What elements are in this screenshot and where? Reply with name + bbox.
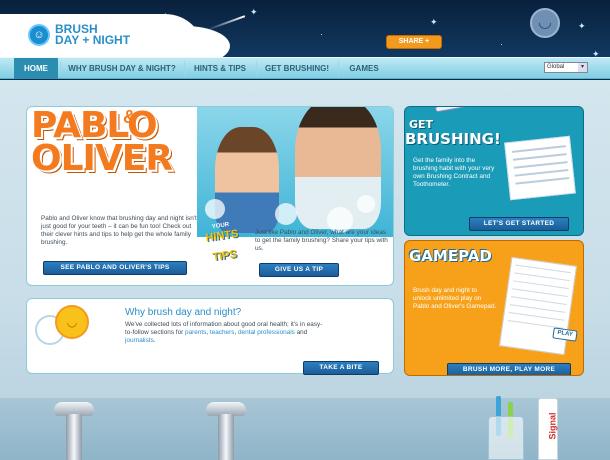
sun-face-icon: ◡ xyxy=(55,305,89,339)
star-icon: · xyxy=(500,39,503,49)
share-button[interactable]: SHARE + xyxy=(386,35,442,49)
nav-item-games[interactable]: GAMES xyxy=(342,58,386,79)
shooting-star-icon xyxy=(206,15,246,31)
take-a-bite-button[interactable]: TAKE A BITE xyxy=(303,361,379,375)
faucet-icon xyxy=(50,402,98,460)
get-brushing-description: Get the family into the brushing habit w… xyxy=(413,157,495,188)
nav-divider xyxy=(256,61,257,76)
logo-line2: DAY + NIGHT xyxy=(55,33,131,47)
bubble-icon xyxy=(357,195,375,213)
lets-get-started-button[interactable]: LET'S GET STARTED xyxy=(469,217,569,231)
nav-divider xyxy=(184,61,185,76)
sun-cloud-icon: ◡ xyxy=(35,305,91,355)
site-logo[interactable]: ☺ BRUSH DAY + NIGHT xyxy=(28,23,131,47)
see-tips-button[interactable]: SEE PABLO AND OLIVER'S TIPS xyxy=(43,261,187,275)
notepad-image xyxy=(499,256,577,356)
toothpaste-brand-label: Signal xyxy=(547,412,558,440)
link-journalists[interactable]: journalists xyxy=(125,337,154,344)
bubble-icon xyxy=(275,203,297,225)
bubble-icon xyxy=(205,199,225,219)
nav-item-get-brushing[interactable]: GET BRUSHING! xyxy=(260,58,334,79)
pablo-oliver-description: Pablo and Oliver know that brushing day … xyxy=(41,215,197,246)
pablo-oliver-card: PABLO OLIVER & Pablo and Oliver know tha… xyxy=(26,106,394,286)
brushing-contract-image xyxy=(504,135,576,201)
why-sep: and xyxy=(294,329,308,336)
why-brush-description: We've collected lots of information abou… xyxy=(125,321,325,345)
nav-item-why-brush[interactable]: WHY BRUSH DAY & NIGHT? xyxy=(64,58,180,79)
gamepad-card: GAMEPAD PLAY Brush day and night to unlo… xyxy=(404,240,584,376)
logo-text: BRUSH DAY + NIGHT xyxy=(55,23,131,47)
region-select[interactable]: Global ▾ xyxy=(544,62,588,73)
give-tip-button[interactable]: GIVE US A TIP xyxy=(259,263,339,277)
nav-item-home[interactable]: HOME xyxy=(14,58,58,79)
link-parents[interactable]: parents xyxy=(185,329,206,336)
title-line2: OLIVER xyxy=(31,138,173,179)
smiley-sun-icon: ☺ xyxy=(28,24,50,46)
why-end: . xyxy=(153,337,156,344)
star-icon: ✦ xyxy=(430,17,438,27)
nav-divider xyxy=(60,61,61,76)
main-nav: HOME WHY BRUSH DAY & NIGHT? HINTS & TIPS… xyxy=(0,57,610,79)
link-dental-professionals[interactable]: dental professionals xyxy=(238,329,295,336)
get-brushing-card: GET BRUSHING! Get the family into the br… xyxy=(404,106,584,236)
pablo-oliver-title: PABLO OLIVER xyxy=(31,108,173,179)
star-icon: ✦ xyxy=(250,7,258,17)
moon-face-icon: ◡ xyxy=(530,8,560,38)
chevron-down-icon: ▾ xyxy=(578,63,587,72)
toothpaste-tube-icon: Signal xyxy=(538,398,558,460)
nav-divider xyxy=(338,61,339,76)
why-brush-title: Why brush day and night? xyxy=(125,307,242,318)
toothbrush-icon xyxy=(434,107,476,113)
link-teachers[interactable]: teachers xyxy=(210,329,235,336)
title-ampersand: & xyxy=(123,107,136,127)
gamepad-title: GAMEPAD xyxy=(409,247,492,265)
toothbrush-cup-icon xyxy=(488,416,524,460)
get-title-big: BRUSHING! xyxy=(405,130,501,148)
region-select-value: Global xyxy=(547,64,565,70)
why-brush-card: ◡ Why brush day and night? We've collect… xyxy=(26,298,394,375)
nav-item-hints-tips[interactable]: HINTS & TIPS xyxy=(188,58,252,79)
brush-more-play-more-button[interactable]: BRUSH MORE, PLAY MORE xyxy=(447,363,571,375)
get-brushing-title: GET BRUSHING! xyxy=(405,117,501,147)
faucet-icon xyxy=(202,402,250,460)
hints-tips-badge: YOUR HINTS AND TIPS xyxy=(192,217,254,268)
give-tip-description: Just like Pablo and Oliver, what are you… xyxy=(255,229,388,252)
star-icon: ✦ xyxy=(578,21,586,31)
gamepad-description: Brush day and night to unlock unlimited … xyxy=(413,287,497,310)
star-icon: · xyxy=(320,29,323,39)
